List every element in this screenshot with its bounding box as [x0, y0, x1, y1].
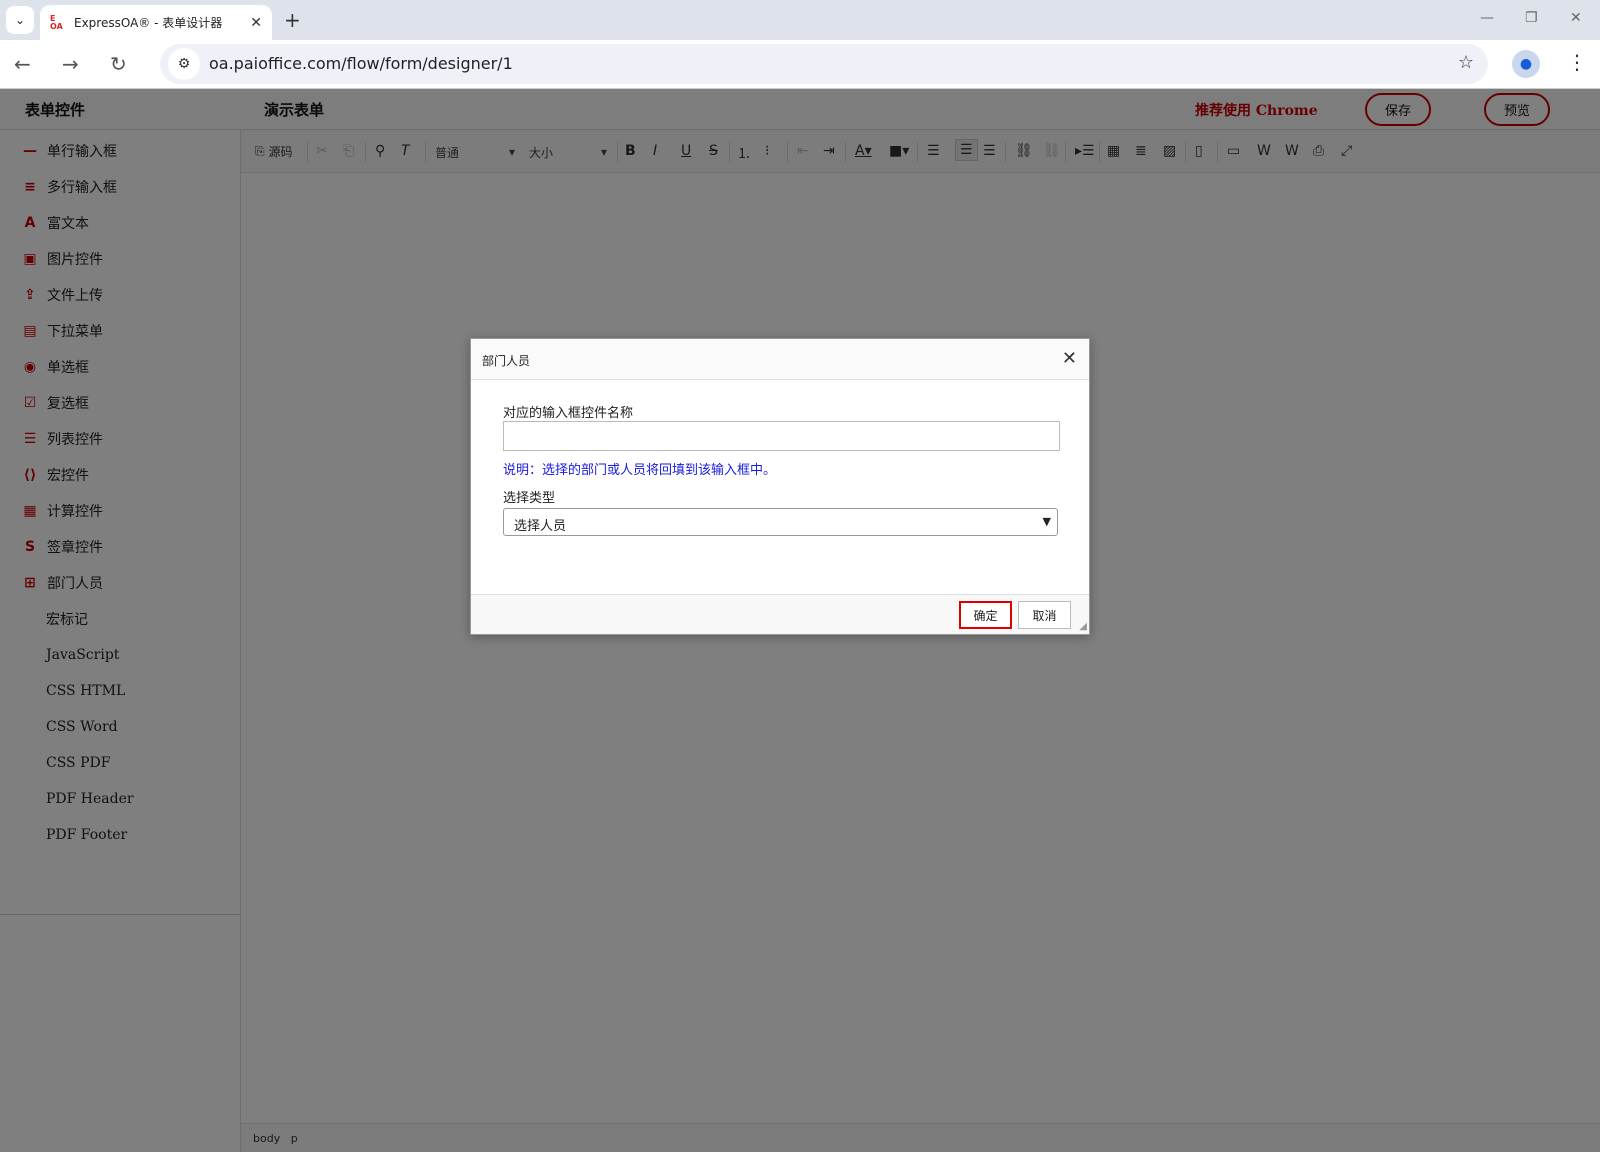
forward-icon[interactable]: →	[62, 52, 79, 76]
cancel-button[interactable]: 取消	[1018, 601, 1071, 629]
omnibox[interactable]: ⚙ oa.paioffice.com/flow/form/designer/1 …	[160, 44, 1488, 84]
browser-tab-strip: ⌄ E OA ExpressOA® - 表单设计器 ✕ + — ❐ ✕	[0, 0, 1600, 40]
control-name-label: 对应的输入框控件名称	[503, 406, 634, 421]
control-name-input[interactable]	[503, 421, 1060, 451]
tab-search-button[interactable]: ⌄	[6, 6, 34, 34]
help-text: 说明：选择的部门或人员将回填到该输入框中。	[503, 463, 777, 478]
browser-menu-icon[interactable]: ⋮	[1567, 50, 1587, 74]
minimize-icon[interactable]: —	[1480, 10, 1494, 26]
restore-icon[interactable]: ❐	[1525, 10, 1538, 26]
profile-avatar[interactable]: ●	[1512, 50, 1540, 78]
type-label: 选择类型	[503, 491, 556, 506]
address-bar-row: ← → ↻ ⚙ oa.paioffice.com/flow/form/desig…	[0, 40, 1600, 89]
type-select-value: 选择人员	[514, 519, 567, 534]
tab-close-icon[interactable]: ✕	[250, 15, 262, 31]
window-close-icon[interactable]: ✕	[1570, 10, 1582, 26]
url-text[interactable]: oa.paioffice.com/flow/form/designer/1	[209, 54, 513, 73]
chevron-down-icon: ▼	[1042, 515, 1051, 528]
ok-button[interactable]: 确定	[959, 601, 1012, 629]
resize-handle-icon[interactable]: ◢	[1079, 621, 1087, 632]
dialog-header: 部门人员 ✕	[471, 339, 1089, 380]
back-icon[interactable]: ←	[14, 52, 31, 76]
new-tab-button[interactable]: +	[284, 8, 301, 32]
tab-title: ExpressOA® - 表单设计器	[74, 16, 223, 30]
dialog-title: 部门人员	[482, 354, 531, 368]
type-select[interactable]: 选择人员 ▼	[503, 508, 1058, 536]
favicon-icon: E OA	[50, 13, 63, 31]
browser-tab[interactable]: E OA ExpressOA® - 表单设计器 ✕	[40, 5, 272, 40]
dept-user-dialog: 部门人员 ✕ 对应的输入框控件名称 说明：选择的部门或人员将回填到该输入框中。 …	[470, 338, 1090, 635]
dialog-footer: 确定 取消 ◢	[471, 594, 1089, 634]
reload-icon[interactable]: ↻	[110, 52, 127, 76]
bookmark-star-icon[interactable]: ☆	[1458, 52, 1474, 73]
site-info-icon[interactable]: ⚙	[168, 48, 200, 80]
dialog-close-icon[interactable]: ✕	[1062, 348, 1077, 369]
